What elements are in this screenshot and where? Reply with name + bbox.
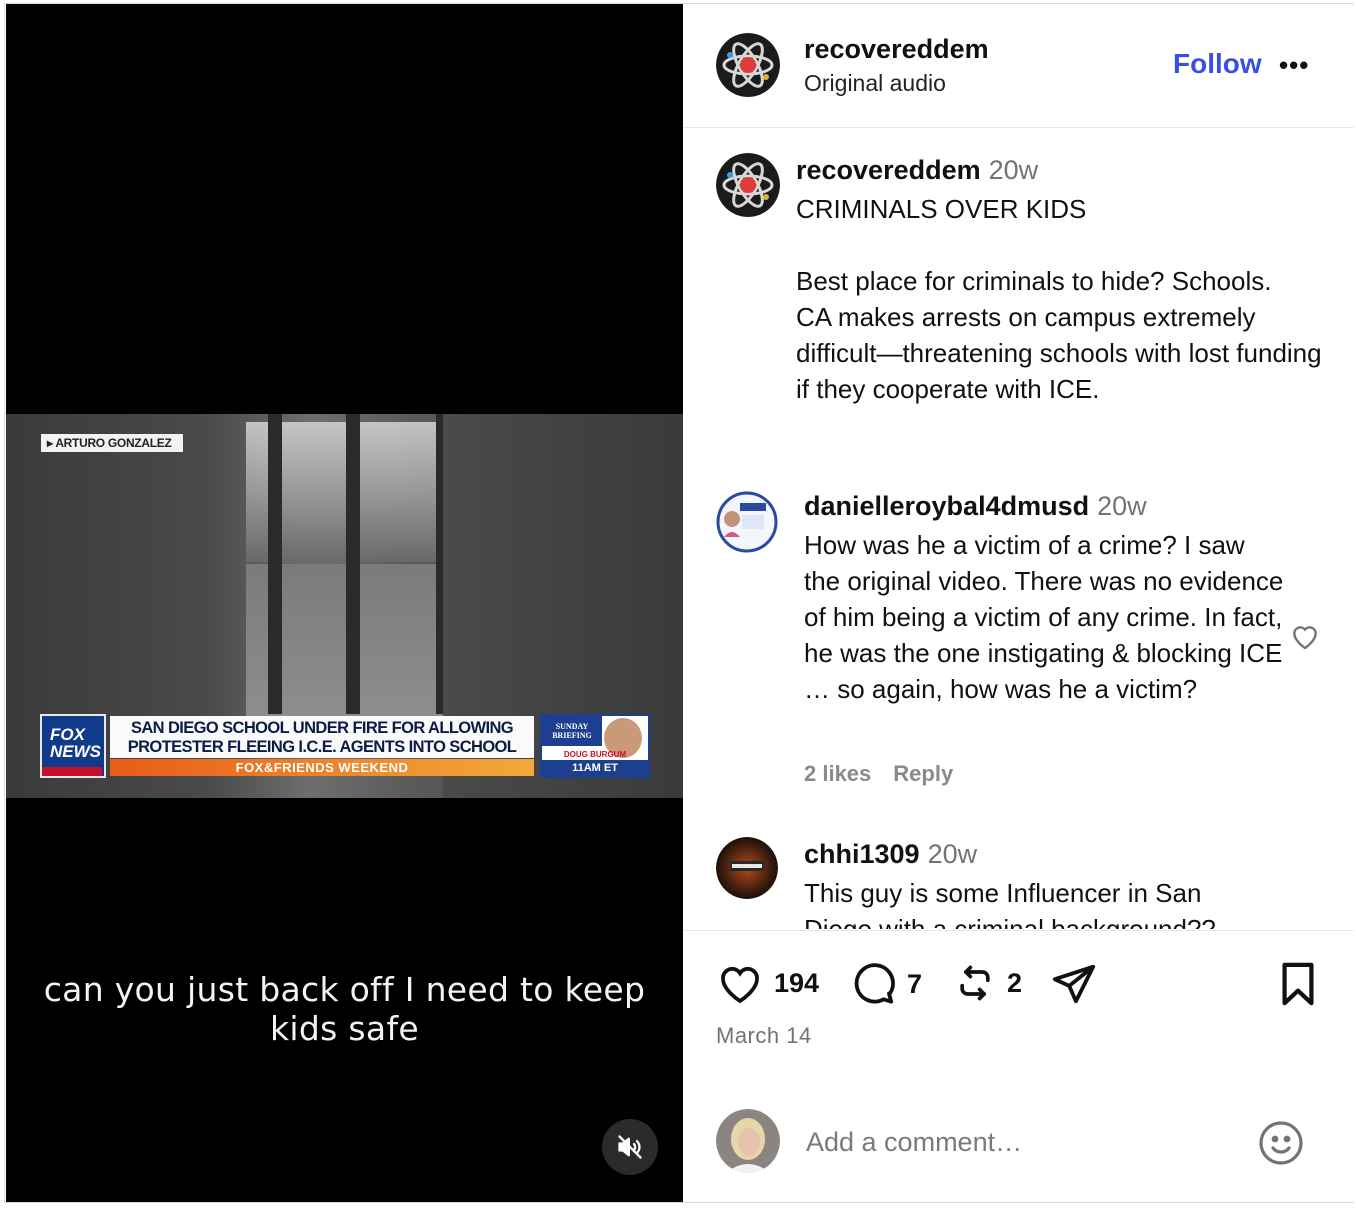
post-sidebar: recovereddem Original audio Follow ••• r… xyxy=(683,4,1354,1202)
post-author-avatar[interactable] xyxy=(716,153,780,217)
post-caption-header: recovereddem 20w xyxy=(796,155,1038,186)
news-headline: SAN DIEGO SCHOOL UNDER FIRE FOR ALLOWING… xyxy=(110,716,534,758)
user-photo-icon xyxy=(716,1109,780,1173)
comment-meta: 2 likes Reply xyxy=(804,761,975,787)
commenter-username[interactable]: chhi1309 xyxy=(804,839,920,869)
repost-action[interactable]: 2 xyxy=(953,961,1022,1005)
atom-logo-icon xyxy=(716,33,780,97)
comment-input[interactable]: Add a comment… xyxy=(806,1127,1022,1158)
mute-toggle-button[interactable] xyxy=(602,1119,658,1175)
post-time: 20w xyxy=(988,155,1039,185)
jesus-is-king-logo-icon xyxy=(716,837,778,899)
campaign-logo-icon xyxy=(716,491,778,553)
post-header: recovereddem Original audio Follow ••• xyxy=(683,4,1354,128)
comment-like-button[interactable] xyxy=(1289,621,1321,656)
comment-action[interactable]: 7 xyxy=(851,961,922,1007)
follow-button[interactable]: Follow xyxy=(1173,48,1262,80)
news-ticker: FOX&FRIENDS WEEKEND xyxy=(110,759,534,776)
reel-video[interactable]: ▸ ARTURO GONZALEZ FOX NEWS SAN DIEGO SCH… xyxy=(6,4,683,1202)
comments-scroll-area[interactable]: recovereddem 20w CRIMINALS OVER KIDS Best… xyxy=(683,129,1354,929)
comment-likes[interactable]: 2 likes xyxy=(804,761,871,786)
current-user-avatar xyxy=(716,1109,780,1173)
more-options-button[interactable]: ••• xyxy=(1279,50,1309,81)
atom-logo-icon xyxy=(716,153,780,217)
comment-bubble-icon xyxy=(854,963,895,1004)
muted-speaker-icon xyxy=(618,1135,642,1159)
comment-header: chhi1309 20w xyxy=(804,839,977,870)
post-date[interactable]: March 14 xyxy=(716,1023,812,1049)
commenter-avatar[interactable] xyxy=(716,837,778,899)
share-action[interactable] xyxy=(1051,961,1097,1007)
news-lower-third: FOX NEWS SAN DIEGO SCHOOL UNDER FIRE FOR… xyxy=(40,714,652,778)
like-action[interactable]: 194 xyxy=(716,961,819,1005)
commenter-username[interactable]: danielleroybal4dmusd xyxy=(804,491,1089,521)
comment-time: 20w xyxy=(1097,491,1147,521)
bookmark-icon xyxy=(1282,962,1314,1006)
send-icon xyxy=(1052,964,1096,1004)
comment-text: How was he a victim of a crime? I saw th… xyxy=(804,530,1284,704)
comment-header: danielleroybal4dmusd 20w xyxy=(804,491,1147,522)
comment-text: This guy is some Influencer in San Diego… xyxy=(804,878,1216,929)
audio-link[interactable]: Original audio xyxy=(804,70,946,97)
repost-icon xyxy=(960,965,990,1001)
post-actions: 194 7 2 March 14 Add a comment… xyxy=(683,930,1354,1202)
emoji-picker-button[interactable] xyxy=(1257,1119,1305,1172)
video-caption: can you just back off I need to keep kid… xyxy=(43,970,646,1048)
reporter-tag: ▸ ARTURO GONZALEZ xyxy=(41,434,184,452)
repost-count: 2 xyxy=(1007,967,1023,998)
like-count: 194 xyxy=(774,967,820,998)
heart-outline-icon xyxy=(1293,626,1317,650)
post-caption: CRIMINALS OVER KIDS Best place for crimi… xyxy=(796,194,1322,404)
broadcast-frame: ▸ ARTURO GONZALEZ FOX NEWS SAN DIEGO SCH… xyxy=(6,414,683,798)
author-username[interactable]: recovereddem xyxy=(804,34,989,65)
author-avatar[interactable] xyxy=(716,33,780,97)
save-action[interactable] xyxy=(1277,961,1319,1007)
comment-count: 7 xyxy=(907,968,923,999)
smiley-icon xyxy=(1259,1121,1303,1165)
comment-time: 20w xyxy=(927,839,978,869)
show-promo: SUNDAY BRIEFING DOUG BURGUM 11AM ET xyxy=(540,714,650,778)
commenter-avatar[interactable] xyxy=(716,491,778,553)
heart-icon xyxy=(721,966,759,1004)
reply-button[interactable]: Reply xyxy=(893,761,953,786)
post-username[interactable]: recovereddem xyxy=(796,155,981,185)
